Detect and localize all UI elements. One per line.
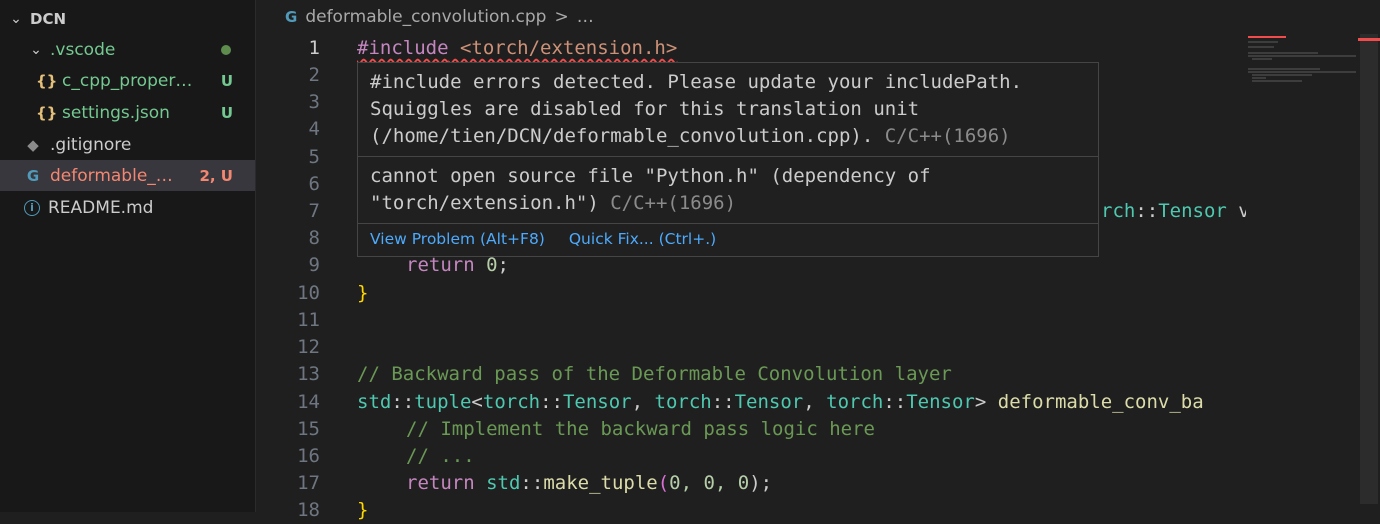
untracked-badge: U <box>220 71 233 90</box>
code-token: return <box>406 254 475 276</box>
hover-text: #include errors detected. Please update … <box>370 71 1023 93</box>
file-label: c_cpp_properti… <box>62 70 193 91</box>
line-number: 9 <box>308 254 320 276</box>
line-number: 11 <box>297 309 320 331</box>
problem-hover-popup: #include errors detected. Please update … <box>357 62 1099 257</box>
hover-text: Squiggles are disabled for this translat… <box>370 98 920 120</box>
line-number: 7 <box>308 200 320 222</box>
line-number: 5 <box>308 146 320 168</box>
line-number: 3 <box>308 91 320 113</box>
info-icon: i <box>24 199 40 216</box>
code-line-1: #include <torch/extension.h> <box>357 35 677 62</box>
code-token: :: <box>1135 200 1159 222</box>
code-token: torch <box>826 391 884 413</box>
code-token: Tensor <box>1158 200 1227 222</box>
modified-dot-icon <box>221 44 231 55</box>
code-token: torch <box>654 391 712 413</box>
line-number: 12 <box>297 336 320 358</box>
line-number: 10 <box>297 282 320 304</box>
breadcrumb-separator: > <box>554 7 569 27</box>
vertical-scrollbar[interactable] <box>1358 34 1380 512</box>
code-token: deformable_conv_ba <box>997 391 1204 413</box>
code-line-10: } <box>357 282 369 304</box>
hover-text: cannot open source file "Python.h" (depe… <box>370 165 931 187</box>
line-number: 14 <box>297 391 320 413</box>
explorer-root-dcn[interactable]: ⌄ DCN <box>0 3 255 34</box>
file-deformable-convolution[interactable]: G deformable_c… 2, U <box>0 160 255 191</box>
line-number: 13 <box>297 363 320 385</box>
file-label: deformable_c… <box>50 165 173 186</box>
file-label: README.md <box>48 197 154 218</box>
cpp-file-icon: G <box>26 166 40 185</box>
preprocessor-keyword: #include <box>357 37 449 59</box>
file-gitignore[interactable]: ◆ .gitignore <box>0 129 255 160</box>
hover-text: (/home/tien/DCN/deformable_convolution.c… <box>370 125 874 147</box>
code-token: 0, 0, 0 <box>669 472 750 494</box>
view-problem-link[interactable]: View Problem (Alt+F8) <box>370 230 545 248</box>
code-token: rch <box>1101 200 1136 222</box>
code-token: std <box>486 472 521 494</box>
hover-message-1: #include errors detected. Please update … <box>358 63 1098 156</box>
code-line-7-tail: rch::Tensor v <box>1101 198 1250 225</box>
chevron-down-icon: ⌄ <box>30 41 42 58</box>
hover-source: C/C++(1696) <box>610 192 737 214</box>
breadcrumb-file[interactable]: deformable_convolution.cpp <box>305 7 546 27</box>
explorer-sidebar: ⌄ DCN ⌄ .vscode {} c_cpp_properti… U {} … <box>0 0 256 512</box>
breadcrumb: G deformable_convolution.cpp > … <box>285 7 594 27</box>
code-token: ); <box>749 472 773 494</box>
code-token: Tensor <box>562 391 632 413</box>
line-number: 17 <box>297 472 320 494</box>
problem-badge: 2, U <box>199 166 233 185</box>
code-token: make_tuple <box>543 472 658 494</box>
code-line-16: // ... <box>406 445 475 467</box>
git-file-icon: ◆ <box>27 135 39 154</box>
file-label: settings.json <box>62 102 170 123</box>
code-token: Tensor <box>734 391 804 413</box>
chevron-down-icon: ⌄ <box>10 10 22 27</box>
breadcrumb-more[interactable]: … <box>577 7 594 27</box>
file-readme[interactable]: i README.md <box>0 192 255 223</box>
code-line-17: return std::make_tuple(0, 0, 0); <box>406 472 773 494</box>
error-overview-marker <box>1358 38 1380 41</box>
line-number: 16 <box>297 445 320 467</box>
code-token: ; <box>497 254 509 276</box>
line-number: 6 <box>308 173 320 195</box>
line-number: 8 <box>308 227 320 249</box>
line-number: 1 <box>308 37 320 59</box>
code-token: Tensor <box>906 391 975 413</box>
line-number: 4 <box>308 118 320 140</box>
code-line-13: // Backward pass of the Deformable Convo… <box>357 363 952 385</box>
code-line-15: // Implement the backward pass logic her… <box>406 418 875 440</box>
folder-label: .vscode <box>50 39 116 60</box>
file-settings-json[interactable]: {} settings.json U <box>0 97 255 128</box>
json-file-icon: {} <box>36 103 58 122</box>
untracked-badge: U <box>220 103 233 122</box>
file-label: .gitignore <box>50 134 132 155</box>
code-token: return <box>406 472 475 494</box>
file-c-cpp-properties[interactable]: {} c_cpp_properti… U <box>0 65 255 96</box>
cpp-file-icon: G <box>285 8 298 26</box>
quick-fix-link[interactable]: Quick Fix... (Ctrl+.) <box>569 230 716 248</box>
scrollbar-thumb[interactable] <box>1360 34 1378 504</box>
line-number: 2 <box>308 64 320 86</box>
hover-actions: View Problem (Alt+F8) Quick Fix... (Ctrl… <box>358 223 1098 254</box>
code-token: tuple <box>414 391 472 413</box>
json-file-icon: {} <box>36 71 58 90</box>
minimap[interactable] <box>1246 34 1358 512</box>
code-token: 0 <box>486 254 498 276</box>
explorer-root-label: DCN <box>30 9 67 28</box>
folder-vscode[interactable]: ⌄ .vscode <box>0 34 255 65</box>
line-number: 18 <box>297 499 320 521</box>
line-number: 15 <box>297 418 320 440</box>
hover-text: "torch/extension.h") <box>370 192 599 214</box>
include-path: <torch/extension.h> <box>448 37 678 59</box>
hover-message-2: cannot open source file "Python.h" (depe… <box>358 156 1098 223</box>
code-token: std <box>357 391 392 413</box>
hover-source: C/C++(1696) <box>884 125 1011 147</box>
code-line-14: std::tuple<torch::Tensor, torch::Tensor,… <box>357 391 1204 413</box>
code-line-18: } <box>357 499 369 521</box>
code-token: torch <box>482 391 541 413</box>
